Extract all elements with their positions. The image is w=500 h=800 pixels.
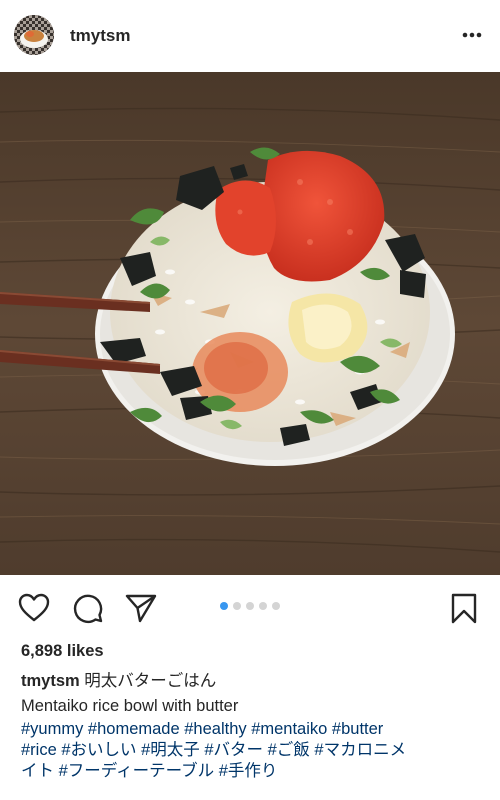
caption-username[interactable]: tmytsm [21,672,80,690]
hashtags: #yummy #homemade #healthy #mentaiko #but… [21,719,483,782]
share-icon[interactable] [124,591,158,625]
heart-icon[interactable] [17,591,51,625]
bookmark-icon[interactable] [447,591,481,625]
carousel-dot[interactable] [246,602,254,610]
carousel-dot[interactable] [272,602,280,610]
caption-subtitle: Mentaiko rice bowl with butter [21,697,239,715]
hashtags-line[interactable]: #rice #おいしい #明太子 #バター #ご飯 #マカロニメ [21,740,483,761]
carousel-dot[interactable] [233,602,241,610]
username[interactable]: tmytsm [70,26,130,46]
avatar[interactable] [14,15,54,55]
rice-bowl-photo [0,72,500,575]
hashtags-line[interactable]: イト #フーディーテーブル #手作り [21,761,483,782]
likes-count[interactable]: 6,898 likes [21,641,104,661]
more-horizontal-icon[interactable] [455,22,489,48]
carousel-dot[interactable] [220,602,228,610]
instagram-post: tmytsm 6,898 likes tmytsm 明太バターごはん Menta… [0,0,500,800]
post-photo[interactable] [0,72,500,575]
carousel-dot[interactable] [259,602,267,610]
comment-icon[interactable] [71,591,105,625]
caption-title: 明太バターごはん [84,672,217,690]
hashtags-line[interactable]: #yummy #homemade #healthy #mentaiko #but… [21,719,483,740]
caption-title-line: tmytsm 明太バターごはん [21,671,216,691]
avatar-image [14,15,54,55]
post-header: tmytsm [0,0,500,72]
